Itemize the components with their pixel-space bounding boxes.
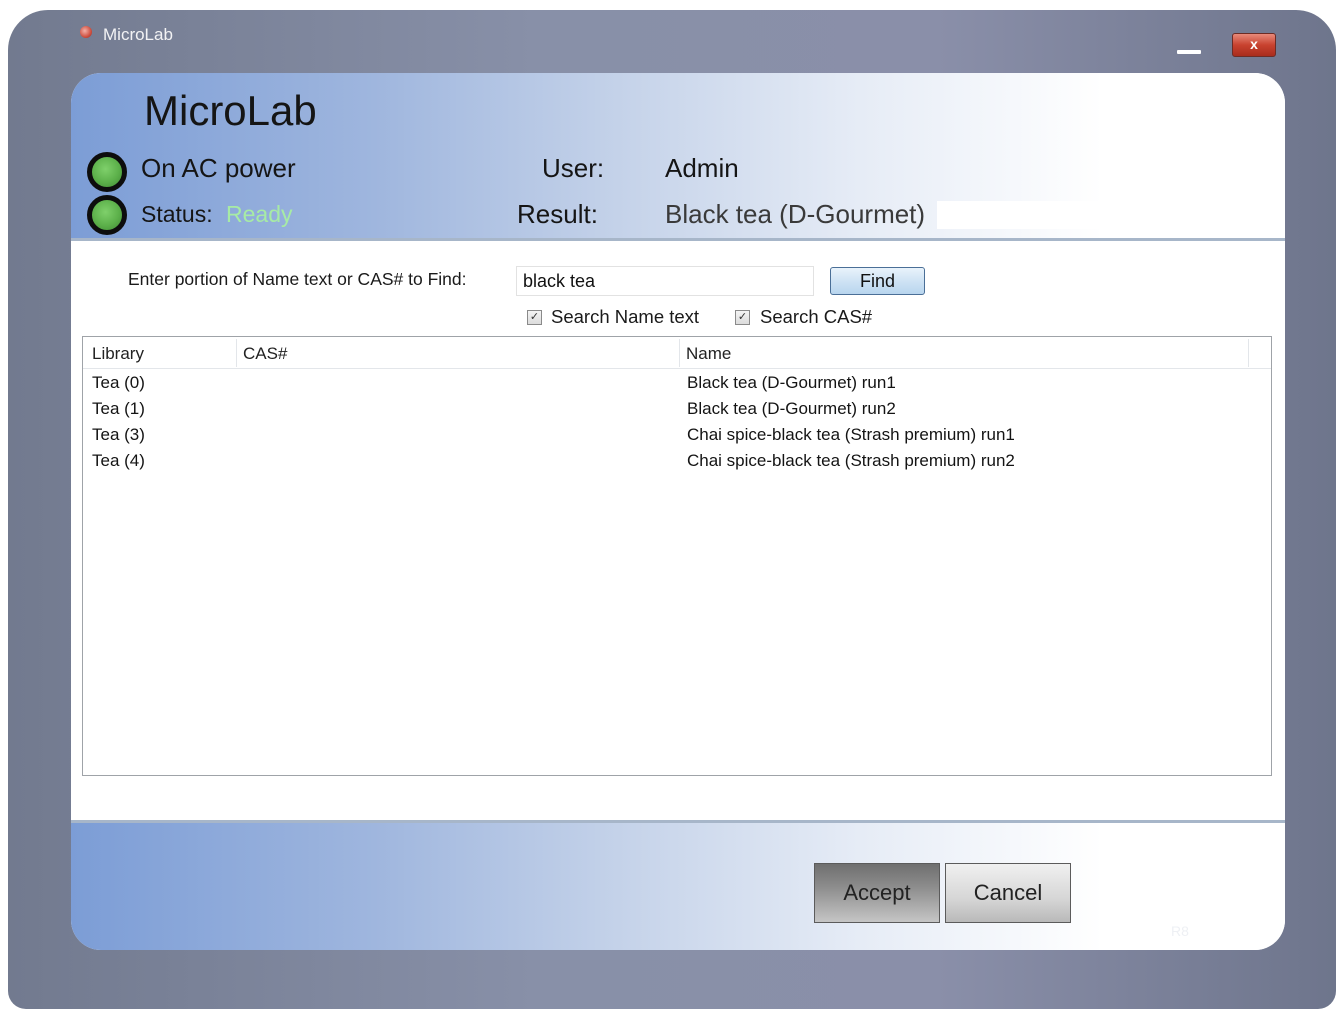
close-button[interactable]: x [1232,33,1276,57]
status-value: Ready [226,201,293,227]
column-separator[interactable] [679,339,680,367]
build-tag: R8 [1171,923,1189,939]
cell-name: Black tea (D-Gourmet) run2 [687,399,896,418]
search-prompt-label: Enter portion of Name text or CAS# to Fi… [128,269,467,289]
status-label: Status: [141,201,213,227]
cell-library: Tea (4) [92,451,145,470]
search-name-checkbox[interactable]: ✓ [527,310,542,325]
header-panel: MicroLab On AC power Status: Ready User:… [71,73,1285,241]
list-header: Library CAS# Name [83,337,1271,369]
title-bar[interactable]: MicroLab x [8,10,1336,72]
table-row[interactable]: Tea (4) Chai spice-black tea (Strash pre… [83,449,1271,475]
column-separator[interactable] [236,339,237,367]
cell-library: Tea (0) [92,373,145,392]
cell-name: Chai spice-black tea (Strash premium) ru… [687,425,1015,444]
result-value: Black tea (D-Gourmet) [665,199,926,229]
cancel-button[interactable]: Cancel [945,863,1071,923]
result-label: Result: [517,199,598,229]
cell-name: Chai spice-black tea (Strash premium) ru… [687,451,1015,470]
cell-name: Black tea (D-Gourmet) run1 [687,373,896,392]
user-label: User: [542,153,605,183]
column-header-name[interactable]: Name [686,344,731,368]
search-name-checkbox-label[interactable]: Search Name text [551,306,699,328]
footer-panel: Accept Cancel R8 [71,820,1285,950]
accept-button[interactable]: Accept [814,863,940,923]
window-title: MicroLab [103,25,173,44]
table-row[interactable]: Tea (0) Black tea (D-Gourmet) run1 [83,371,1271,397]
table-row[interactable]: Tea (1) Black tea (D-Gourmet) run2 [83,397,1271,423]
power-status-text: On AC power [141,153,296,183]
cell-library: Tea (3) [92,425,145,444]
app-icon [80,26,92,38]
minimize-button[interactable] [1174,38,1204,58]
column-header-cas[interactable]: CAS# [243,344,287,368]
column-header-library[interactable]: Library [92,344,144,368]
result-highlight-box [937,201,1137,229]
client-area: MicroLab On AC power Status: Ready User:… [71,73,1285,950]
search-cas-checkbox-label[interactable]: Search CAS# [760,306,872,328]
app-heading: MicroLab [144,87,317,134]
minimize-icon [1177,50,1201,54]
search-input[interactable] [516,266,814,296]
search-cas-checkbox[interactable]: ✓ [735,310,750,325]
table-row[interactable]: Tea (3) Chai spice-black tea (Strash pre… [83,423,1271,449]
power-indicator-led [87,152,127,192]
close-icon: x [1250,36,1258,52]
find-button[interactable]: Find [830,267,925,295]
cell-library: Tea (1) [92,399,145,418]
column-separator[interactable] [1248,339,1249,367]
status-indicator-led [87,195,127,235]
user-value: Admin [665,153,739,183]
application-window: MicroLab x MicroLab On AC power Status: … [8,10,1336,1009]
results-list[interactable]: Library CAS# Name Tea (0) Black tea (D-G… [82,336,1272,776]
